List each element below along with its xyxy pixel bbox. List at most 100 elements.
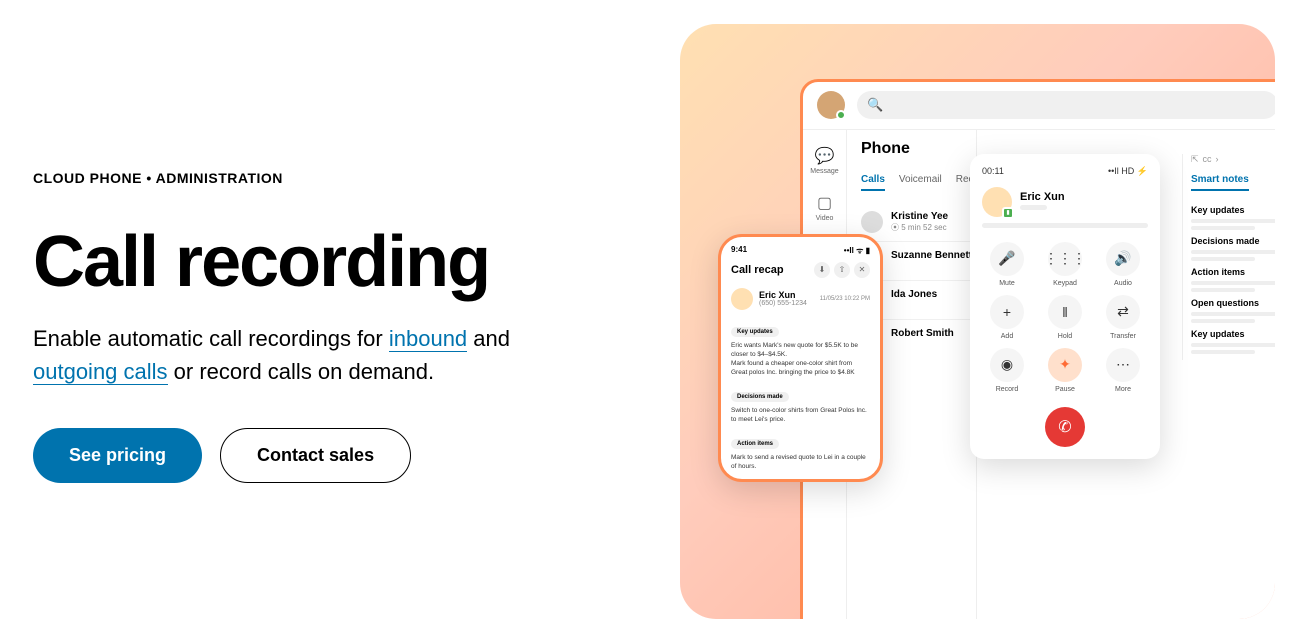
mobile-signal-icon: ••Il ᯤ ▮ [844, 245, 870, 256]
presence-dot-icon [836, 110, 846, 120]
chevron-right-icon[interactable]: › [1216, 154, 1219, 165]
placeholder-line [1191, 281, 1275, 285]
placeholder-line [1191, 257, 1255, 261]
share-icon[interactable]: ⇧ [834, 262, 850, 278]
recap-tag: Decisions made [731, 392, 789, 402]
record-button[interactable]: ◉ Record [982, 348, 1032, 393]
notes-section: Action items [1191, 267, 1275, 292]
inbound-link[interactable]: inbound [389, 326, 467, 352]
audio-button[interactable]: 🔊Audio [1098, 242, 1148, 287]
recap-tag: Key updates [731, 327, 779, 337]
mobile-user-name: Eric Xun [759, 290, 807, 300]
contact-sales-button[interactable]: Contact sales [220, 428, 411, 483]
recap-block: Key updates Eric wants Mark's new quote f… [731, 320, 870, 377]
smart-notes-tab[interactable]: Smart notes [1191, 174, 1249, 191]
contact-row[interactable]: Kristine Yee⦿ 5 min 52 sec [861, 203, 976, 242]
download-icon[interactable]: ⬇ [814, 262, 830, 278]
recap-block: Decisions made Switch to one-color shirts… [731, 385, 870, 424]
subhead-text: or record calls on demand. [168, 359, 435, 384]
add-button[interactable]: +Add [982, 295, 1032, 340]
see-pricing-button[interactable]: See pricing [33, 428, 202, 483]
placeholder-line [1191, 288, 1255, 292]
notes-section: Decisions made [1191, 236, 1275, 261]
mobile-avatar [731, 288, 753, 310]
recap-text: Switch to one-color shirts from Great Po… [731, 406, 870, 424]
contact-name: Kristine Yee [891, 211, 948, 222]
transfer-button[interactable]: ⇄ Transfer [1098, 295, 1148, 340]
hold-button[interactable]: ‖Hold [1040, 295, 1090, 340]
recap-text: Mark to send a revised quote to Lei in a… [731, 453, 870, 471]
mute-icon: 🎤 [990, 242, 1024, 276]
audio-icon: 🔊 [1106, 242, 1140, 276]
mute-button[interactable]: 🎤 Mute [982, 242, 1032, 287]
hangup-icon: ✆ [1058, 417, 1071, 437]
pause-button[interactable]: ✦ Pause [1040, 348, 1090, 393]
subhead-text: and [467, 326, 510, 351]
call-timer: 00:11 [982, 166, 1004, 176]
recap-text: Eric wants Mark's new quote for $5.5K to… [731, 341, 870, 377]
tab-calls[interactable]: Calls [861, 174, 885, 191]
subheading: Enable automatic call recordings for inb… [33, 322, 593, 388]
page-title: Call recording [33, 226, 620, 298]
hero-illustration: 🔍 💬Message ▢Video 📞 Phone Calls Voicemai… [680, 24, 1275, 619]
rail-label: Video [816, 215, 834, 222]
recap-block: Action items Mark to send a revised quote… [731, 432, 870, 471]
placeholder-line [1191, 226, 1255, 230]
hold-icon: ‖ [1048, 295, 1082, 329]
button-label: Keypad [1053, 280, 1077, 287]
breadcrumb: CLOUD PHONE • ADMINISTRATION [33, 170, 620, 186]
notes-section: Open questions [1191, 298, 1275, 323]
placeholder-line [1191, 219, 1275, 223]
notes-section-title: Action items [1191, 267, 1275, 277]
placeholder-line [1191, 250, 1275, 254]
message-icon: 💬 [815, 146, 835, 166]
button-label: Pause [1055, 386, 1075, 393]
caller-name: Eric Xun [1020, 191, 1065, 203]
rail-message[interactable]: 💬Message [810, 146, 838, 175]
popout-icon[interactable]: ⇱ [1191, 154, 1199, 165]
notes-section-title: Key updates [1191, 329, 1275, 339]
button-label: Record [996, 386, 1019, 393]
placeholder-line [1020, 205, 1047, 210]
close-icon[interactable]: ✕ [854, 262, 870, 278]
notes-section-title: Decisions made [1191, 236, 1275, 246]
button-label: Add [1001, 333, 1013, 340]
record-icon: ◉ [990, 348, 1024, 382]
end-call-button[interactable]: ✆ [1045, 407, 1085, 447]
recap-tag: Action items [731, 439, 779, 449]
video-badge-icon: ▮ [1002, 207, 1014, 219]
status-icons: ••Il HD ⚡ [1108, 166, 1148, 177]
pause-icon: ✦ [1048, 348, 1082, 382]
transfer-icon: ⇄ [1106, 295, 1140, 329]
search-input[interactable]: 🔍 [857, 91, 1275, 119]
subhead-text: Enable automatic call recordings for [33, 326, 389, 351]
outgoing-link[interactable]: outgoing calls [33, 359, 168, 385]
notes-section-title: Key updates [1191, 205, 1275, 215]
button-label: Transfer [1110, 333, 1136, 340]
phone-heading: Phone [861, 140, 976, 158]
contact-name: Suzanne Bennett [891, 250, 972, 261]
contact-name: Ida Jones [891, 289, 937, 300]
avatar [817, 91, 845, 119]
mobile-timestamp: 11/05/23 10:22 PM [820, 296, 870, 302]
notes-section: Key updates [1191, 329, 1275, 354]
contact-meta: ⦿ 5 min 52 sec [891, 222, 948, 233]
placeholder-line [1191, 343, 1275, 347]
notes-toolbar: ⇱ cc › [1191, 154, 1275, 165]
tab-voicemail[interactable]: Voicemail [899, 174, 942, 191]
placeholder-line [1191, 350, 1255, 354]
keypad-button[interactable]: ⋮⋮⋮ Keypad [1040, 242, 1090, 287]
placeholder-line [982, 223, 1148, 228]
button-label: Mute [999, 280, 1015, 287]
placeholder-line [1191, 312, 1275, 316]
more-button[interactable]: ⋯More [1098, 348, 1148, 393]
search-icon: 🔍 [867, 97, 883, 113]
video-icon: ▢ [817, 193, 832, 213]
button-label: More [1115, 386, 1131, 393]
rail-video[interactable]: ▢ Video [816, 193, 834, 222]
keypad-icon: ⋮⋮⋮ [1048, 242, 1082, 276]
mobile-clock: 9:41 [731, 245, 747, 256]
active-call-widget: 00:11 ••Il HD ⚡ ▮ Eric Xun 🎤 Mute ⋮⋮⋮ Keypa… [970, 154, 1160, 459]
mobile-mockup: 9:41 ••Il ᯤ ▮ Call recap ⬇ ⇧ ✕ Eric Xun … [718, 234, 883, 483]
cc-icon[interactable]: cc [1203, 154, 1212, 165]
